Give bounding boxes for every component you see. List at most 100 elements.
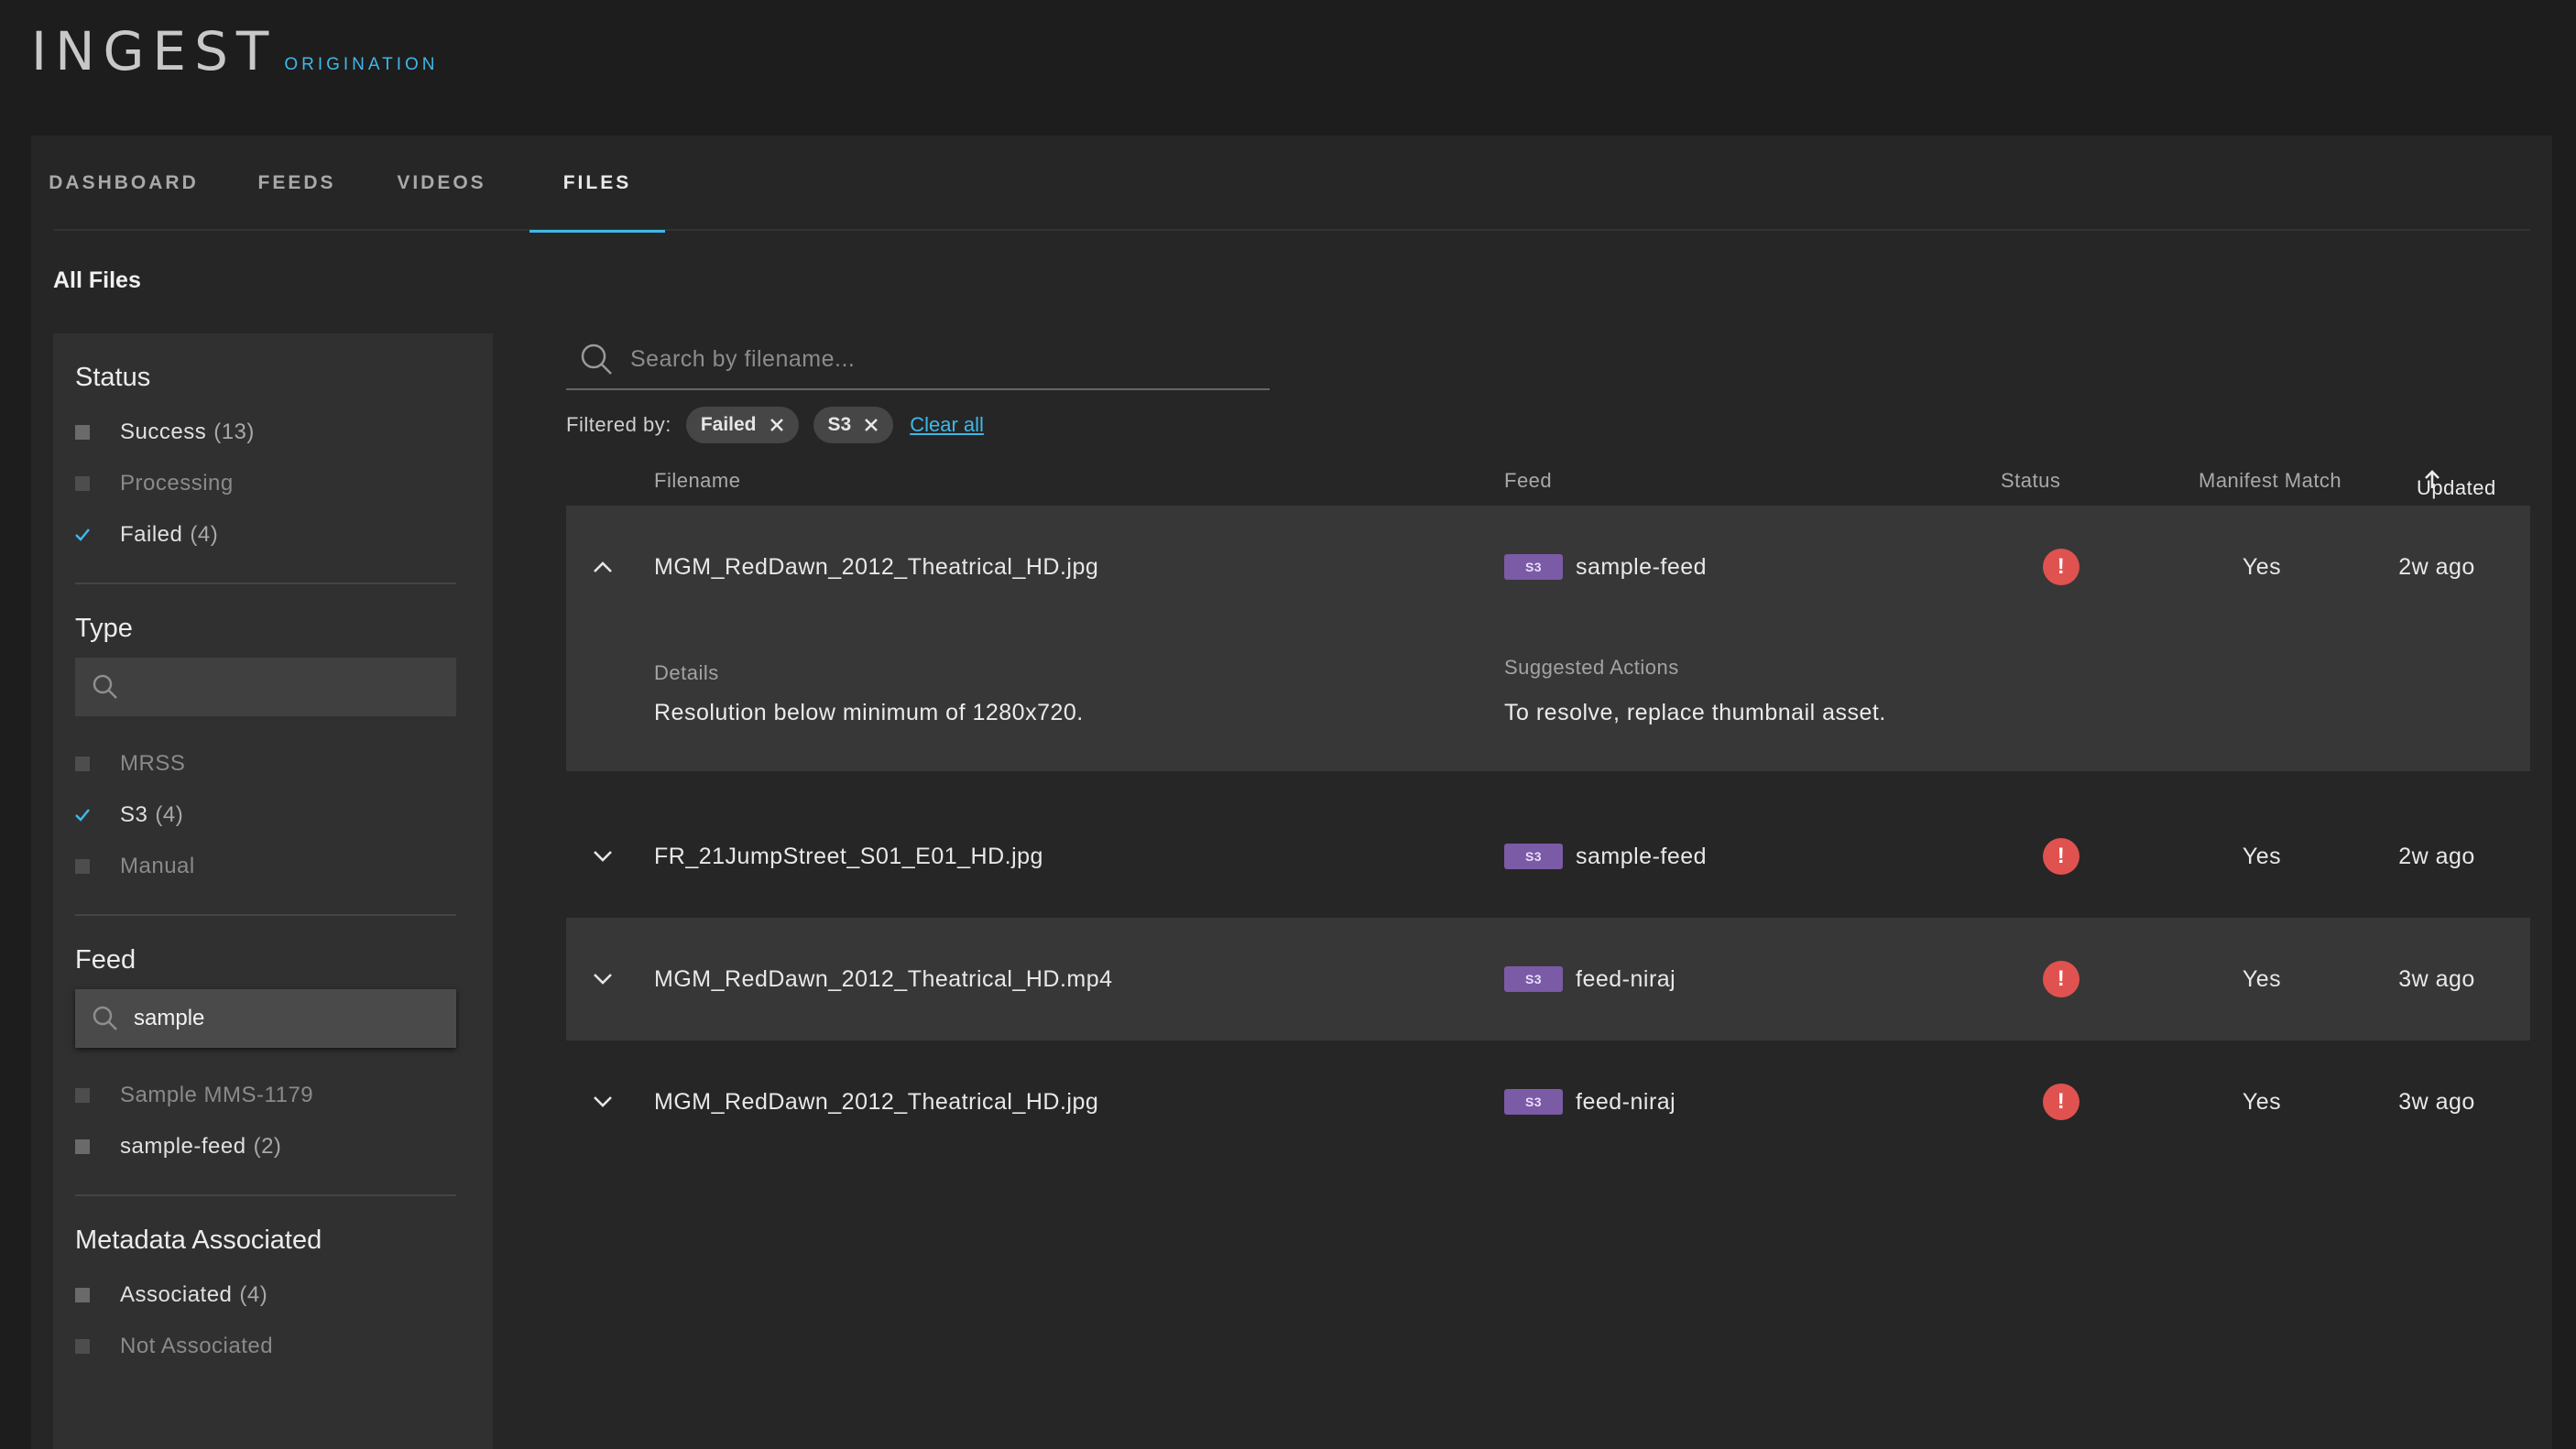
checkbox[interactable] bbox=[75, 859, 90, 874]
checkbox[interactable] bbox=[75, 757, 90, 771]
checkbox[interactable] bbox=[75, 1339, 90, 1354]
option-count: (4) bbox=[190, 522, 219, 547]
option-label: Associated bbox=[120, 1282, 233, 1307]
option-label: sample-feed bbox=[120, 1134, 246, 1159]
actions-text: To resolve, replace thumbnail asset. bbox=[1504, 700, 1886, 725]
app-logo[interactable]: INGEST ORIGINATION bbox=[31, 20, 439, 82]
chip-label: Failed bbox=[700, 414, 757, 435]
tab-feeds[interactable]: FEEDS bbox=[258, 136, 333, 231]
filter-chip-failed[interactable]: Failed bbox=[685, 407, 799, 443]
filename-search[interactable] bbox=[566, 330, 1270, 390]
feed-filter-group: Feed Sample MMS-1179 sample-feed (2) bbox=[75, 916, 456, 1196]
row-updated: 3w ago bbox=[2398, 965, 2475, 992]
filtered-by-label: Filtered by: bbox=[566, 413, 671, 436]
actions-label: Suggested Actions bbox=[1504, 656, 1679, 679]
option-count: (4) bbox=[155, 802, 184, 827]
type-option-mrss[interactable]: MRSS bbox=[75, 738, 456, 790]
chevron-down-icon[interactable] bbox=[584, 918, 621, 1040]
option-label: Processing bbox=[120, 471, 234, 496]
table-header: Filename Feed Status Manifest Match Upda… bbox=[566, 462, 2530, 506]
checkbox[interactable] bbox=[75, 1139, 90, 1154]
row-status: ! bbox=[2043, 795, 2079, 918]
feed-name: feed-niraj bbox=[1576, 965, 1676, 992]
option-count: (4) bbox=[239, 1282, 268, 1307]
row-status: ! bbox=[2043, 506, 2079, 628]
s3-badge: S3 bbox=[1504, 1089, 1563, 1115]
type-option-manual[interactable]: Manual bbox=[75, 841, 456, 892]
row-manifest: Yes bbox=[2242, 843, 2282, 869]
header-manifest[interactable]: Manifest Match bbox=[2199, 469, 2341, 493]
feed-name: feed-niraj bbox=[1576, 1088, 1676, 1115]
feed-option-sample-mms[interactable]: Sample MMS-1179 bbox=[75, 1070, 456, 1121]
page-title: All Files bbox=[53, 267, 141, 293]
row-details: Details Resolution below minimum of 1280… bbox=[654, 661, 1084, 726]
chevron-down-icon[interactable] bbox=[584, 1040, 621, 1163]
main-card: DASHBOARD FEEDS VIDEOS FILES All Files S… bbox=[31, 136, 2552, 1449]
option-label: S3 bbox=[120, 802, 148, 827]
row-filename: MGM_RedDawn_2012_Theatrical_HD.mp4 bbox=[654, 965, 1113, 992]
checkbox[interactable] bbox=[75, 425, 90, 440]
brand-title: INGEST bbox=[31, 20, 278, 82]
tab-files[interactable]: FILES bbox=[529, 136, 665, 233]
checkbox-checked[interactable] bbox=[75, 808, 90, 823]
tab-dashboard[interactable]: DASHBOARD bbox=[49, 136, 196, 231]
filename-search-input[interactable] bbox=[630, 345, 1253, 373]
files-table: Filename Feed Status Manifest Match Upda… bbox=[566, 462, 2530, 1163]
header-filename[interactable]: Filename bbox=[654, 469, 740, 493]
header-updated-label: Updated bbox=[2417, 476, 2496, 499]
search-icon bbox=[581, 343, 612, 375]
status-filter-group: Status Success (13) Processing Failed (4… bbox=[75, 333, 456, 584]
status-option-processing[interactable]: Processing bbox=[75, 458, 456, 509]
checkbox[interactable] bbox=[75, 1288, 90, 1302]
s3-badge: S3 bbox=[1504, 554, 1563, 580]
chevron-down-icon[interactable] bbox=[584, 795, 621, 918]
table-row[interactable]: FR_21JumpStreet_S01_E01_HD.jpg S3 sample… bbox=[566, 795, 2530, 918]
type-filter-heading: Type bbox=[75, 614, 133, 643]
row-updated: 2w ago bbox=[2398, 843, 2475, 869]
chevron-up-icon[interactable] bbox=[584, 506, 621, 628]
metadata-option-associated[interactable]: Associated (4) bbox=[75, 1269, 456, 1321]
metadata-filter-group: Metadata Associated Associated (4) Not A… bbox=[75, 1196, 456, 1394]
error-icon: ! bbox=[2043, 549, 2079, 585]
checkbox[interactable] bbox=[75, 1088, 90, 1103]
clear-all-link[interactable]: Clear all bbox=[910, 413, 984, 437]
type-search-box[interactable] bbox=[75, 658, 456, 716]
option-count: (2) bbox=[253, 1134, 282, 1159]
option-label: MRSS bbox=[120, 751, 186, 776]
header-feed[interactable]: Feed bbox=[1504, 469, 1552, 493]
header-status[interactable]: Status bbox=[2001, 469, 2060, 493]
status-filter-heading: Status bbox=[75, 363, 151, 392]
table-row[interactable]: MGM_RedDawn_2012_Theatrical_HD.mp4 S3 fe… bbox=[566, 918, 2530, 1040]
feed-search-box[interactable] bbox=[75, 989, 456, 1048]
row-updated: 2w ago bbox=[2398, 553, 2475, 580]
feed-filter-heading: Feed bbox=[75, 945, 136, 975]
header-updated[interactable]: Updated bbox=[2417, 469, 2495, 499]
metadata-option-not-associated[interactable]: Not Associated bbox=[75, 1321, 456, 1372]
error-icon: ! bbox=[2043, 1084, 2079, 1120]
feed-search-input[interactable] bbox=[134, 1006, 427, 1031]
filter-chip-s3[interactable]: S3 bbox=[813, 407, 894, 443]
close-icon[interactable] bbox=[864, 418, 879, 432]
feed-name: sample-feed bbox=[1576, 843, 1708, 869]
status-option-success[interactable]: Success (13) bbox=[75, 407, 456, 458]
search-icon bbox=[93, 1006, 117, 1030]
details-label: Details bbox=[654, 661, 719, 684]
feed-option-sample-feed[interactable]: sample-feed (2) bbox=[75, 1121, 456, 1172]
row-filename: MGM_RedDawn_2012_Theatrical_HD.jpg bbox=[654, 1088, 1099, 1115]
active-filters: Filtered by: Failed S3 Clear all bbox=[566, 407, 984, 443]
tab-videos[interactable]: VIDEOS bbox=[397, 136, 484, 231]
error-icon: ! bbox=[2043, 961, 2079, 997]
row-manifest: Yes bbox=[2242, 553, 2282, 580]
checkbox[interactable] bbox=[75, 476, 90, 491]
table-row[interactable]: MGM_RedDawn_2012_Theatrical_HD.jpg S3 sa… bbox=[566, 506, 2530, 771]
table-row[interactable]: MGM_RedDawn_2012_Theatrical_HD.jpg S3 fe… bbox=[566, 1040, 2530, 1163]
type-option-s3[interactable]: S3 (4) bbox=[75, 790, 456, 841]
status-option-failed[interactable]: Failed (4) bbox=[75, 509, 456, 561]
close-icon[interactable] bbox=[770, 418, 784, 432]
details-text: Resolution below minimum of 1280x720. bbox=[654, 700, 1084, 725]
checkbox-checked[interactable] bbox=[75, 528, 90, 542]
feed-name: sample-feed bbox=[1576, 553, 1708, 580]
type-search-input[interactable] bbox=[134, 674, 427, 700]
option-label: Failed bbox=[120, 522, 183, 547]
row-manifest: Yes bbox=[2242, 965, 2282, 992]
